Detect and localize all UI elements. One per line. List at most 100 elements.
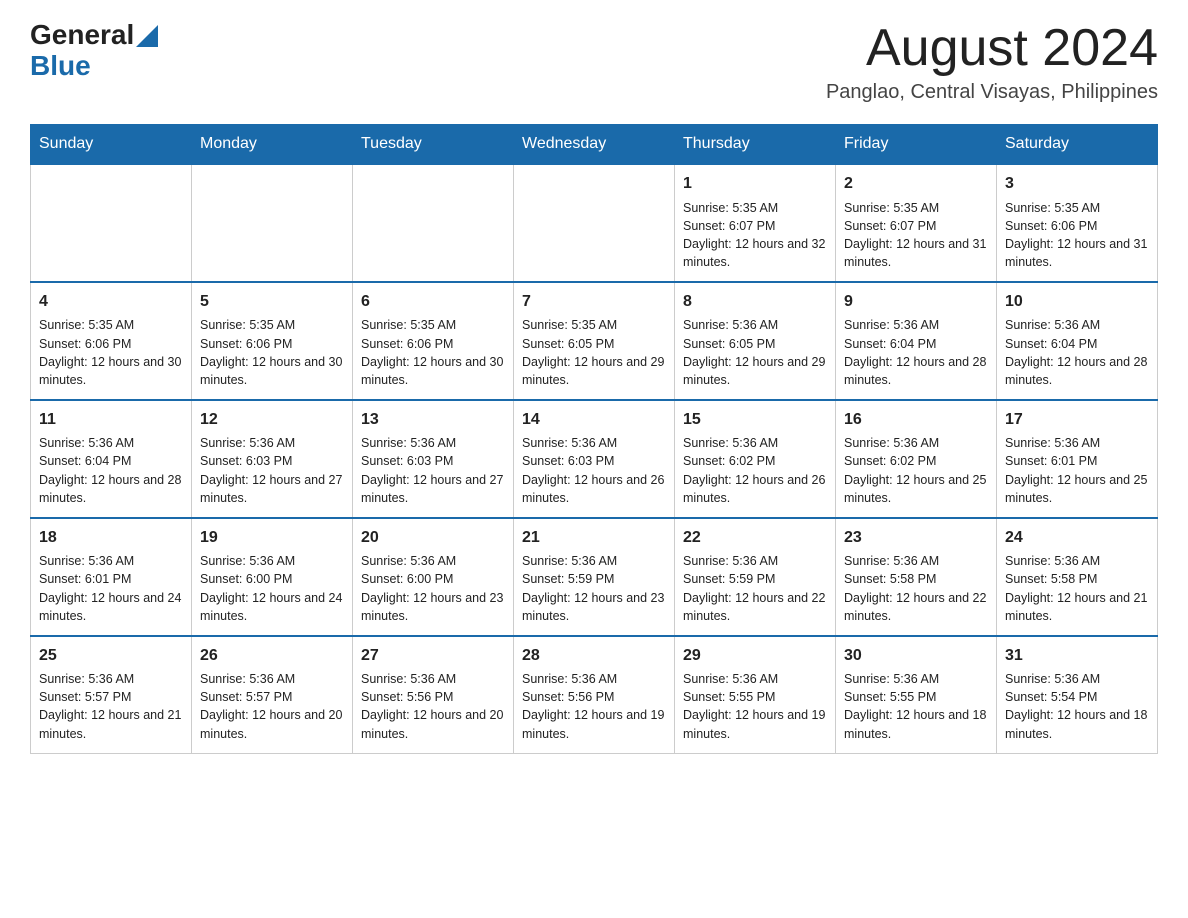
calendar-cell-1-3 bbox=[353, 164, 514, 282]
calendar-cell-2-4: 7 Sunrise: 5:35 AM Sunset: 6:05 PM Daylig… bbox=[514, 282, 675, 400]
calendar-cell-5-6: 30 Sunrise: 5:36 AM Sunset: 5:55 PM Dayli… bbox=[836, 636, 997, 753]
calendar-cell-1-1 bbox=[31, 164, 192, 282]
calendar-table: SundayMondayTuesdayWednesdayThursdayFrid… bbox=[30, 124, 1158, 753]
day-number: 5 bbox=[200, 291, 344, 313]
calendar-header-thursday: Thursday bbox=[675, 125, 836, 165]
calendar-cell-1-7: 3Sunrise: 5:35 AM Sunset: 6:06 PM Daylig… bbox=[997, 164, 1158, 282]
day-number: 24 bbox=[1005, 527, 1149, 549]
day-number: 31 bbox=[1005, 645, 1149, 667]
day-number: 13 bbox=[361, 409, 505, 431]
calendar-cell-2-2: 5 Sunrise: 5:35 AM Sunset: 6:06 PM Daylig… bbox=[192, 282, 353, 400]
day-info: Sunrise: 5:36 AM Sunset: 6:01 PM Dayligh… bbox=[1005, 434, 1149, 507]
calendar-cell-3-5: 15 Sunrise: 5:36 AM Sunset: 6:02 PM Dayli… bbox=[675, 400, 836, 518]
calendar-cell-3-4: 14 Sunrise: 5:36 AM Sunset: 6:03 PM Dayli… bbox=[514, 400, 675, 518]
calendar-cell-2-6: 9 Sunrise: 5:36 AM Sunset: 6:04 PM Daylig… bbox=[836, 282, 997, 400]
day-number: 21 bbox=[522, 527, 666, 549]
day-info: Sunrise: 5:36 AM Sunset: 5:55 PM Dayligh… bbox=[683, 670, 827, 743]
calendar-cell-4-5: 22 Sunrise: 5:36 AM Sunset: 5:59 PM Dayli… bbox=[675, 518, 836, 636]
day-number: 2 bbox=[844, 173, 988, 195]
day-info: Sunrise: 5:36 AM Sunset: 6:02 PM Dayligh… bbox=[683, 434, 827, 507]
logo-blue-text: Blue bbox=[30, 51, 158, 82]
calendar-week-row-1: 1Sunrise: 5:35 AM Sunset: 6:07 PM Daylig… bbox=[31, 164, 1158, 282]
title-section: August 2024 Panglao, Central Visayas, Ph… bbox=[826, 20, 1158, 104]
day-number: 14 bbox=[522, 409, 666, 431]
day-number: 29 bbox=[683, 645, 827, 667]
calendar-cell-2-5: 8Sunrise: 5:36 AM Sunset: 6:05 PM Daylig… bbox=[675, 282, 836, 400]
day-number: 30 bbox=[844, 645, 988, 667]
day-info: Sunrise: 5:36 AM Sunset: 6:04 PM Dayligh… bbox=[39, 434, 183, 507]
day-number: 4 bbox=[39, 291, 183, 313]
calendar-cell-4-2: 19 Sunrise: 5:36 AM Sunset: 6:00 PM Dayli… bbox=[192, 518, 353, 636]
day-info: Sunrise: 5:36 AM Sunset: 6:03 PM Dayligh… bbox=[522, 434, 666, 507]
calendar-cell-3-3: 13Sunrise: 5:36 AM Sunset: 6:03 PM Dayli… bbox=[353, 400, 514, 518]
day-number: 23 bbox=[844, 527, 988, 549]
calendar-header-saturday: Saturday bbox=[997, 125, 1158, 165]
calendar-cell-1-5: 1Sunrise: 5:35 AM Sunset: 6:07 PM Daylig… bbox=[675, 164, 836, 282]
day-info: Sunrise: 5:35 AM Sunset: 6:07 PM Dayligh… bbox=[844, 199, 988, 272]
day-number: 19 bbox=[200, 527, 344, 549]
calendar-cell-5-4: 28 Sunrise: 5:36 AM Sunset: 5:56 PM Dayli… bbox=[514, 636, 675, 753]
day-info: Sunrise: 5:36 AM Sunset: 5:56 PM Dayligh… bbox=[361, 670, 505, 743]
calendar-cell-5-3: 27 Sunrise: 5:36 AM Sunset: 5:56 PM Dayli… bbox=[353, 636, 514, 753]
day-number: 22 bbox=[683, 527, 827, 549]
day-info: Sunrise: 5:35 AM Sunset: 6:06 PM Dayligh… bbox=[1005, 199, 1149, 272]
day-number: 8 bbox=[683, 291, 827, 313]
calendar-cell-3-6: 16Sunrise: 5:36 AM Sunset: 6:02 PM Dayli… bbox=[836, 400, 997, 518]
day-info: Sunrise: 5:35 AM Sunset: 6:05 PM Dayligh… bbox=[522, 316, 666, 389]
logo-triangle-icon bbox=[136, 25, 158, 47]
day-info: Sunrise: 5:36 AM Sunset: 5:55 PM Dayligh… bbox=[844, 670, 988, 743]
calendar-cell-4-1: 18Sunrise: 5:36 AM Sunset: 6:01 PM Dayli… bbox=[31, 518, 192, 636]
calendar-cell-5-1: 25 Sunrise: 5:36 AM Sunset: 5:57 PM Dayli… bbox=[31, 636, 192, 753]
day-number: 27 bbox=[361, 645, 505, 667]
day-number: 25 bbox=[39, 645, 183, 667]
location-title: Panglao, Central Visayas, Philippines bbox=[826, 81, 1158, 104]
calendar-cell-3-7: 17 Sunrise: 5:36 AM Sunset: 6:01 PM Dayli… bbox=[997, 400, 1158, 518]
logo-general-text: General bbox=[30, 20, 134, 51]
day-info: Sunrise: 5:36 AM Sunset: 6:02 PM Dayligh… bbox=[844, 434, 988, 507]
day-info: Sunrise: 5:36 AM Sunset: 5:57 PM Dayligh… bbox=[39, 670, 183, 743]
day-info: Sunrise: 5:35 AM Sunset: 6:06 PM Dayligh… bbox=[200, 316, 344, 389]
calendar-cell-4-4: 21Sunrise: 5:36 AM Sunset: 5:59 PM Dayli… bbox=[514, 518, 675, 636]
calendar-week-row-4: 18Sunrise: 5:36 AM Sunset: 6:01 PM Dayli… bbox=[31, 518, 1158, 636]
day-info: Sunrise: 5:36 AM Sunset: 6:00 PM Dayligh… bbox=[361, 552, 505, 625]
day-info: Sunrise: 5:36 AM Sunset: 5:56 PM Dayligh… bbox=[522, 670, 666, 743]
day-info: Sunrise: 5:36 AM Sunset: 6:04 PM Dayligh… bbox=[1005, 316, 1149, 389]
day-number: 11 bbox=[39, 409, 183, 431]
day-info: Sunrise: 5:36 AM Sunset: 5:58 PM Dayligh… bbox=[1005, 552, 1149, 625]
day-info: Sunrise: 5:36 AM Sunset: 6:03 PM Dayligh… bbox=[200, 434, 344, 507]
day-info: Sunrise: 5:36 AM Sunset: 5:54 PM Dayligh… bbox=[1005, 670, 1149, 743]
day-number: 26 bbox=[200, 645, 344, 667]
day-info: Sunrise: 5:36 AM Sunset: 5:57 PM Dayligh… bbox=[200, 670, 344, 743]
calendar-cell-5-2: 26 Sunrise: 5:36 AM Sunset: 5:57 PM Dayli… bbox=[192, 636, 353, 753]
calendar-cell-4-6: 23 Sunrise: 5:36 AM Sunset: 5:58 PM Dayli… bbox=[836, 518, 997, 636]
day-number: 10 bbox=[1005, 291, 1149, 313]
day-info: Sunrise: 5:36 AM Sunset: 6:00 PM Dayligh… bbox=[200, 552, 344, 625]
day-number: 15 bbox=[683, 409, 827, 431]
calendar-header-wednesday: Wednesday bbox=[514, 125, 675, 165]
day-info: Sunrise: 5:36 AM Sunset: 5:59 PM Dayligh… bbox=[683, 552, 827, 625]
calendar-cell-4-3: 20 Sunrise: 5:36 AM Sunset: 6:00 PM Dayli… bbox=[353, 518, 514, 636]
day-number: 6 bbox=[361, 291, 505, 313]
day-number: 7 bbox=[522, 291, 666, 313]
day-number: 9 bbox=[844, 291, 988, 313]
day-info: Sunrise: 5:35 AM Sunset: 6:06 PM Dayligh… bbox=[39, 316, 183, 389]
calendar-cell-3-2: 12Sunrise: 5:36 AM Sunset: 6:03 PM Dayli… bbox=[192, 400, 353, 518]
day-number: 18 bbox=[39, 527, 183, 549]
calendar-cell-5-5: 29 Sunrise: 5:36 AM Sunset: 5:55 PM Dayli… bbox=[675, 636, 836, 753]
day-number: 20 bbox=[361, 527, 505, 549]
day-info: Sunrise: 5:36 AM Sunset: 5:58 PM Dayligh… bbox=[844, 552, 988, 625]
day-number: 17 bbox=[1005, 409, 1149, 431]
calendar-cell-4-7: 24 Sunrise: 5:36 AM Sunset: 5:58 PM Dayli… bbox=[997, 518, 1158, 636]
day-info: Sunrise: 5:35 AM Sunset: 6:07 PM Dayligh… bbox=[683, 199, 827, 272]
calendar-cell-3-1: 11 Sunrise: 5:36 AM Sunset: 6:04 PM Dayli… bbox=[31, 400, 192, 518]
calendar-week-row-2: 4 Sunrise: 5:35 AM Sunset: 6:06 PM Daylig… bbox=[31, 282, 1158, 400]
calendar-header-sunday: Sunday bbox=[31, 125, 192, 165]
calendar-week-row-5: 25 Sunrise: 5:36 AM Sunset: 5:57 PM Dayli… bbox=[31, 636, 1158, 753]
day-number: 28 bbox=[522, 645, 666, 667]
calendar-cell-5-7: 31 Sunrise: 5:36 AM Sunset: 5:54 PM Dayli… bbox=[997, 636, 1158, 753]
day-info: Sunrise: 5:36 AM Sunset: 6:04 PM Dayligh… bbox=[844, 316, 988, 389]
calendar-header-row: SundayMondayTuesdayWednesdayThursdayFrid… bbox=[31, 125, 1158, 165]
month-title: August 2024 bbox=[826, 20, 1158, 77]
logo: General Blue bbox=[30, 20, 158, 82]
calendar-header-friday: Friday bbox=[836, 125, 997, 165]
